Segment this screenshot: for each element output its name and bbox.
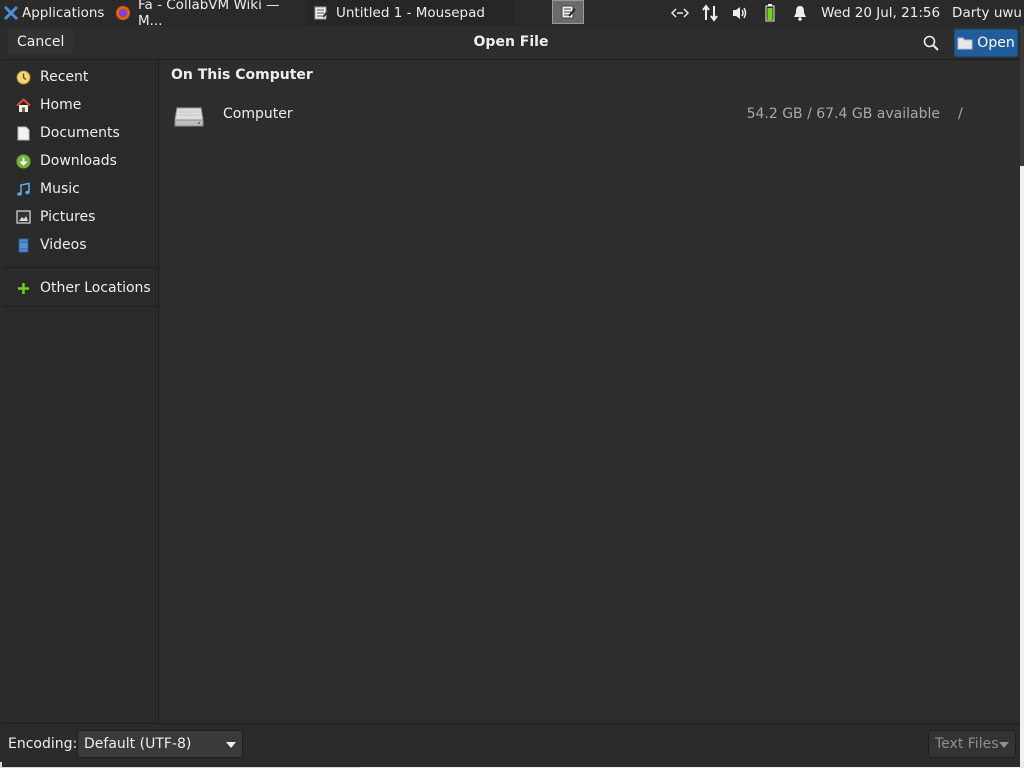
places-sidebar: Recent Home Documents Downloads Music Pi…	[2, 60, 159, 723]
applications-label: Applications	[22, 5, 105, 21]
videos-icon	[16, 238, 31, 253]
clock[interactable]: Wed 20 Jul, 21:56	[821, 5, 940, 21]
music-icon	[16, 182, 31, 197]
search-icon	[923, 35, 939, 51]
task-mousepad[interactable]: Untitled 1 - Mousepad	[307, 0, 515, 26]
location-row-computer[interactable]: Computer 54.2 GB / 67.4 GB available /	[159, 98, 1020, 132]
encoding-value: Default (UTF-8)	[84, 736, 192, 752]
sidebar-separator	[2, 267, 158, 268]
sidebar-item-recent[interactable]: Recent	[2, 63, 158, 91]
encoding-label: Encoding:	[8, 736, 78, 752]
top-panel: Applications ≡ Fa - CollabVM Wiki — M...…	[0, 0, 1024, 26]
drive-icon	[173, 102, 205, 128]
system-tray: Wed 20 Jul, 21:56 Darty uwu	[671, 0, 1024, 26]
sidebar-item-label: Downloads	[40, 153, 117, 169]
task-label: Untitled 1 - Mousepad	[336, 5, 485, 21]
text-editor-icon	[313, 5, 329, 21]
task-active-editor[interactable]	[552, 0, 584, 24]
volume-icon[interactable]	[731, 4, 749, 22]
dialog-title: Open File	[473, 34, 549, 50]
encoding-dropdown[interactable]: Default (UTF-8)	[77, 730, 243, 758]
location-name: Computer	[223, 106, 293, 122]
recent-icon	[16, 70, 31, 85]
filter-value: Text Files	[935, 736, 999, 752]
sidebar-item-videos[interactable]: Videos	[2, 231, 158, 259]
chevron-down-icon	[999, 742, 1009, 748]
sidebar-item-label: Home	[40, 97, 82, 113]
firefox-icon	[115, 5, 131, 21]
task-label: Fa - CollabVM Wiki — M...	[138, 0, 280, 26]
dialog-header: Open File Cancel Open	[2, 26, 1020, 60]
notification-bell-icon[interactable]	[791, 4, 809, 22]
sidebar-item-home[interactable]: Home	[2, 91, 158, 119]
sidebar-item-label: Music	[40, 181, 80, 197]
sidebar-item-documents[interactable]: Documents	[2, 119, 158, 147]
chevron-down-icon	[226, 742, 236, 748]
xfce-logo-icon	[3, 5, 19, 21]
location-path: /	[958, 106, 963, 122]
network-code-icon[interactable]	[671, 4, 690, 22]
home-icon	[16, 97, 31, 113]
sidebar-item-label: Other Locations	[40, 280, 151, 296]
sidebar-item-label: Pictures	[40, 209, 96, 225]
user-name[interactable]: Darty uwu	[952, 5, 1022, 21]
task-firefox[interactable]: Fa - CollabVM Wiki — M...	[109, 0, 307, 26]
taskbar: Fa - CollabVM Wiki — M... Untitled 1 - M…	[109, 0, 584, 26]
search-button[interactable]	[920, 32, 942, 54]
cancel-button[interactable]: Cancel	[8, 30, 74, 54]
folder-icon	[957, 36, 973, 50]
file-filter-dropdown[interactable]: Text Files	[928, 730, 1016, 758]
pictures-icon	[16, 210, 31, 225]
sidebar-item-music[interactable]: Music	[2, 175, 158, 203]
sidebar-item-downloads[interactable]: Downloads	[2, 147, 158, 175]
network-transfer-icon[interactable]	[701, 4, 719, 22]
open-label: Open	[977, 35, 1015, 51]
plus-icon	[16, 281, 31, 296]
background-window-edge	[1020, 166, 1024, 766]
open-file-dialog: Open File Cancel Open Recent Home Docume…	[2, 26, 1020, 767]
sidebar-separator	[2, 306, 158, 307]
downloads-icon	[16, 154, 31, 169]
documents-icon	[16, 126, 31, 141]
locations-view: On This Computer Computer 54.2 GB / 67.4…	[159, 60, 1020, 723]
sidebar-item-label: Recent	[40, 69, 89, 85]
sidebar-item-pictures[interactable]: Pictures	[2, 203, 158, 231]
background-window-edge	[1020, 26, 1024, 166]
dialog-footer: Encoding: Default (UTF-8) Text Files	[2, 723, 1020, 767]
text-editor-icon	[560, 4, 576, 20]
sidebar-item-other-locations[interactable]: Other Locations	[2, 274, 158, 302]
sidebar-item-label: Documents	[40, 125, 120, 141]
applications-menu[interactable]: Applications ≡	[0, 0, 109, 26]
sidebar-item-label: Videos	[40, 237, 87, 253]
battery-icon[interactable]	[761, 4, 779, 22]
open-button[interactable]: Open	[954, 29, 1018, 57]
location-free-space: 54.2 GB / 67.4 GB available	[746, 106, 940, 122]
section-title: On This Computer	[171, 67, 313, 83]
